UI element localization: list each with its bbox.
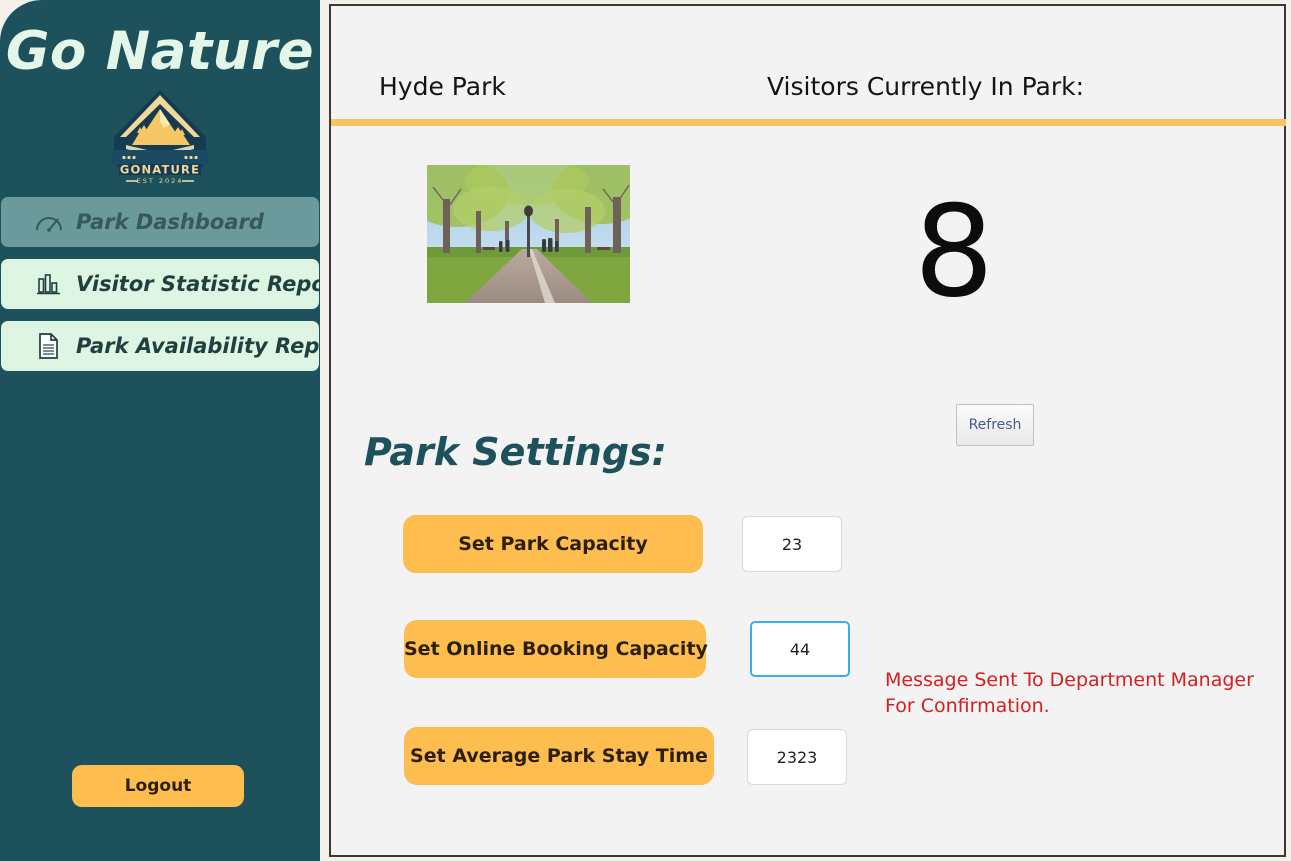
visitor-count-display: 8 (913, 178, 995, 325)
refresh-button[interactable]: Refresh (956, 404, 1034, 446)
park-capacity-input[interactable] (742, 516, 842, 572)
sidebar-item-visitor-statistic-report[interactable]: Visitor Statistic Report (1, 259, 320, 310)
sidebar-item-label: Visitor Statistic Report (76, 272, 320, 297)
svg-text:GONATURE: GONATURE (120, 163, 200, 177)
logout-button[interactable]: Logout (72, 765, 244, 807)
setting-row: Set Park Capacity (331, 515, 1284, 575)
park-settings-title: Park Settings: (364, 430, 667, 474)
sidebar-item-label: Park Availability Report (76, 334, 320, 359)
sidebar-item-park-dashboard[interactable]: Park Dashboard (1, 197, 319, 248)
sidebar-item-label: Park Dashboard (76, 210, 264, 235)
average-park-stay-time-input[interactable] (747, 729, 847, 785)
sidebar-item-park-availability-report[interactable]: Park Availability Report (1, 321, 320, 372)
bar-chart-icon (35, 270, 63, 298)
content-header: Hyde Park Visitors Currently In Park: (331, 6, 1286, 126)
main-content-panel: Hyde Park Visitors Currently In Park: 8 … (329, 4, 1286, 857)
sidebar-nav: Park Dashboard Visitor Statistic Report (0, 197, 320, 372)
brand-title: Go Nature (5, 21, 315, 82)
visitors-currently-in-park-label: Visitors Currently In Park: (767, 72, 1085, 101)
header-divider (331, 119, 1286, 126)
park-photo (427, 165, 630, 303)
page-title: Hyde Park (379, 72, 506, 101)
set-average-park-stay-time-button[interactable]: Set Average Park Stay Time (404, 727, 714, 785)
online-booking-capacity-input[interactable] (750, 621, 850, 677)
confirmation-message: Message Sent To Department Manager For C… (885, 669, 1254, 717)
setting-row: Set Average Park Stay Time (331, 727, 1284, 787)
app-window: Go Nature GONATURE EST 2024 Park Dashboa… (0, 0, 1291, 861)
sidebar: Go Nature GONATURE EST 2024 Park Dashboa… (0, 0, 320, 861)
set-park-capacity-button[interactable]: Set Park Capacity (403, 515, 703, 573)
set-online-booking-capacity-button[interactable]: Set Online Booking Capacity (404, 620, 708, 678)
document-icon (35, 332, 63, 360)
gauge-icon (35, 208, 63, 236)
svg-text:EST 2024: EST 2024 (137, 177, 184, 185)
mountain-emblem-logo: GONATURE EST 2024 (96, 87, 224, 185)
